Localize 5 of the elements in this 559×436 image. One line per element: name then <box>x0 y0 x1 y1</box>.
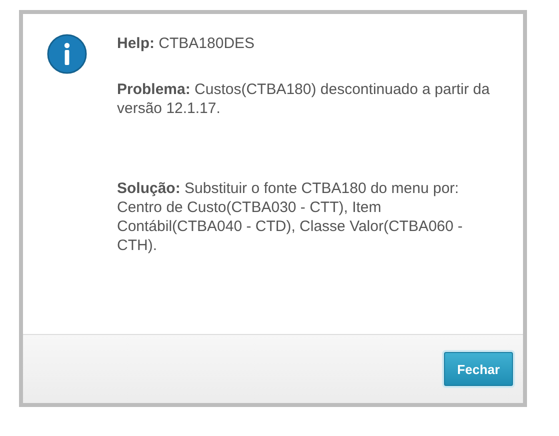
info-icon <box>47 34 87 74</box>
close-button[interactable]: Fechar <box>444 352 513 386</box>
help-title: Help: CTBA180DES <box>117 34 256 53</box>
message-paragraph: Problema: Custos(CTBA180) descontinuado a partir da versão 12.1.17. <box>117 80 491 118</box>
message-paragraph: Solução: Substituir o fonte CTBA180 do menu por: Centro de Custo(CTBA030 - CTT), Item Contábil(CTBA040 - CTD), Classe Valor(CTBA060 - CTH). <box>117 179 464 255</box>
